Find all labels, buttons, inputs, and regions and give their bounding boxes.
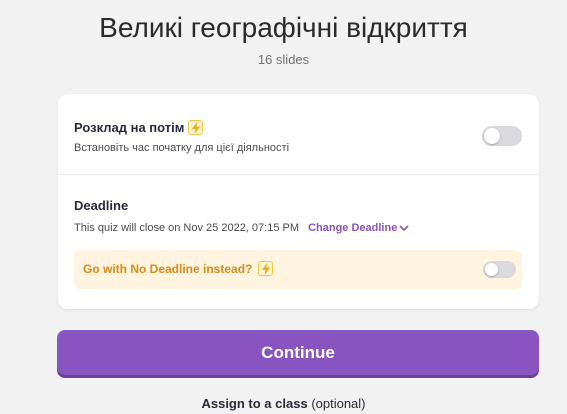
toggle-knob: [485, 263, 498, 276]
chevron-down-icon: [399, 225, 409, 232]
lightning-bolt-icon: [258, 261, 274, 277]
page-title: Великі географічні відкриття: [99, 12, 468, 43]
slide-count: 16 slides: [257, 52, 310, 67]
no-deadline-banner: Go with No Deadline instead?: [74, 250, 522, 289]
schedule-title: Розклад на потім: [74, 120, 185, 135]
no-deadline-label-row: Go with No Deadline instead?: [83, 261, 274, 277]
change-deadline-label: Change Deadline: [308, 222, 398, 234]
schedule-toggle[interactable]: [482, 126, 522, 146]
lightning-bolt-icon: [188, 120, 204, 136]
deadline-info-row: This quiz will close on Nov 25 2022, 07:…: [74, 222, 409, 234]
deadline-title: Deadline: [74, 198, 129, 213]
assign-to-class[interactable]: Assign to a class (optional): [0, 396, 567, 411]
toggle-knob: [484, 128, 500, 144]
settings-card: Розклад на потім Встановіть час початку …: [58, 94, 539, 309]
assign-label: Assign to a class: [201, 396, 308, 411]
no-deadline-toggle[interactable]: [483, 261, 516, 278]
change-deadline-link[interactable]: Change Deadline: [308, 222, 409, 234]
schedule-description: Встановіть час початку для цієї діяльнос…: [74, 142, 290, 154]
schedule-title-row: Розклад на потім: [74, 120, 204, 136]
continue-button[interactable]: Continue: [57, 330, 539, 375]
no-deadline-label: Go with No Deadline instead?: [83, 262, 253, 276]
assign-optional: (optional): [311, 396, 366, 411]
divider: [58, 174, 539, 175]
deadline-info: This quiz will close on Nov 25 2022, 07:…: [74, 222, 300, 234]
